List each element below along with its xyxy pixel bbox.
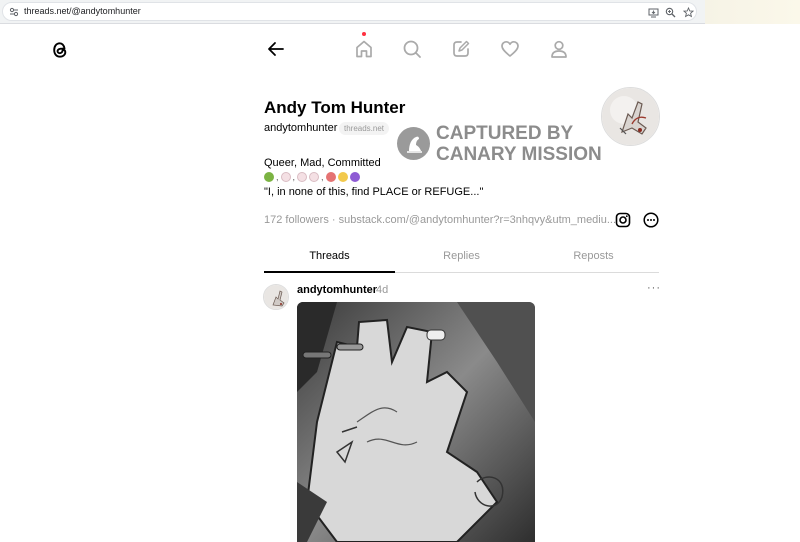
- followers-link-line[interactable]: 172 followers · substack.com/@andytomhun…: [264, 214, 616, 226]
- address-bar[interactable]: threads.net/@andytomhunter: [2, 2, 697, 21]
- canary-mission-watermark: CAPTURED BY CANARY MISSION: [397, 123, 607, 165]
- bio-line-3: "I, in none of this, find PLACE or REFUG…: [264, 186, 484, 198]
- canary-bird-icon: [397, 127, 430, 160]
- tooth-emoji: [280, 172, 291, 182]
- back-arrow-icon[interactable]: [265, 38, 287, 60]
- bio-emoji-row: , , ,: [264, 171, 360, 183]
- post-avatar-image: [264, 285, 288, 309]
- url-text[interactable]: threads.net/@andytomhunter: [24, 6, 141, 16]
- nauseated-face-emoji: [264, 172, 274, 182]
- home-notification-dot: [362, 32, 366, 36]
- threads-logo-icon[interactable]: [49, 39, 71, 61]
- watermark-line-1: CAPTURED BY: [436, 123, 574, 144]
- smiling-devil-emoji: [349, 172, 360, 182]
- post-more-button[interactable]: ···: [647, 282, 661, 294]
- extension-area: [705, 0, 800, 24]
- instagram-icon[interactable]: [615, 212, 631, 228]
- profile-icon[interactable]: [548, 38, 570, 60]
- active-tab-indicator: [264, 271, 395, 273]
- bookmark-star-icon[interactable]: [683, 7, 694, 18]
- profile-avatar[interactable]: [601, 87, 660, 146]
- post-avatar[interactable]: [263, 284, 289, 310]
- compose-icon[interactable]: [450, 38, 472, 60]
- post-photo: [297, 302, 535, 542]
- post-timestamp: 4d: [376, 284, 389, 296]
- tooth-emoji: [297, 172, 308, 182]
- tune-icon[interactable]: [9, 7, 19, 17]
- profile-username: andytomhunter: [264, 122, 338, 134]
- tooth-emoji: [309, 172, 320, 182]
- domain-badge[interactable]: threads.net: [339, 122, 390, 135]
- profile-display-name: Andy Tom Hunter: [264, 98, 406, 117]
- more-options-icon[interactable]: [643, 212, 659, 228]
- zoom-icon[interactable]: [665, 7, 676, 18]
- search-icon[interactable]: [401, 38, 423, 60]
- dizzy-emoji: [337, 172, 348, 182]
- syringe-emoji: [325, 172, 336, 182]
- bio-line-1: Queer, Mad, Committed: [264, 157, 381, 169]
- tab-threads[interactable]: Threads: [264, 250, 395, 262]
- tab-reposts[interactable]: Reposts: [528, 250, 659, 262]
- watermark-line-2: CANARY MISSION: [436, 144, 602, 165]
- avatar-image: [602, 88, 659, 145]
- tab-replies[interactable]: Replies: [396, 250, 527, 262]
- home-icon[interactable]: [353, 38, 375, 60]
- post-username[interactable]: andytomhunter: [297, 284, 377, 296]
- post-image[interactable]: [297, 302, 535, 542]
- install-app-icon[interactable]: [648, 7, 659, 18]
- heart-icon[interactable]: [499, 38, 521, 60]
- browser-toolbar: threads.net/@andytomhunter: [0, 0, 800, 24]
